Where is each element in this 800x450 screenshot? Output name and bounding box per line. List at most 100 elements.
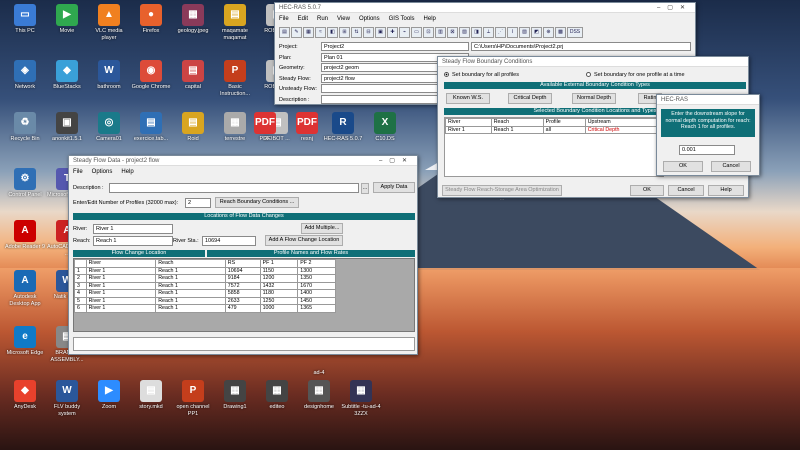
desktop-icon[interactable]: ▶ Zoom	[88, 380, 130, 411]
toolbar-button[interactable]: ⊞	[339, 27, 350, 38]
reach-select[interactable]: Reach 1	[93, 236, 173, 246]
toolbar-button[interactable]: ✚	[387, 27, 398, 38]
toolbar-button[interactable]: ⊕	[543, 27, 554, 38]
toolbar-button[interactable]: ⌇	[507, 27, 518, 38]
toolbar-button[interactable]: ▦	[303, 27, 314, 38]
desktop-icon[interactable]: ⚙ Control Panel	[4, 168, 46, 199]
desktop-icon[interactable]: Wbathroom	[88, 60, 130, 91]
toolbar-button[interactable]: ⊠	[447, 27, 458, 38]
table-cell[interactable]: 1150	[259, 266, 299, 275]
river-select[interactable]: River 1	[93, 224, 173, 234]
table-row[interactable]: 5 River 1 Reach 1 2633 1250 1450	[74, 296, 336, 305]
table-row[interactable]: 4 River 1 Reach 1 5858 1180 1400	[74, 289, 336, 298]
prompt-cancel-button[interactable]: Cancel	[711, 161, 751, 172]
table-row[interactable]: 3 River 1 Reach 1 7572 1432 1670	[74, 281, 336, 290]
desktop-icon[interactable]: ▦ designhome	[298, 380, 340, 411]
toolbar-button[interactable]: ≈	[315, 27, 326, 38]
description-input[interactable]	[109, 183, 359, 193]
menu-item[interactable]: Help	[121, 169, 133, 175]
apply-data-button[interactable]: Apply Data	[373, 182, 415, 193]
toolbar-button[interactable]: ◨	[471, 27, 482, 38]
desktop-icon[interactable]: ◆ BlueStacks	[46, 60, 88, 91]
toolbar-button[interactable]: ⌁	[399, 27, 410, 38]
menu-item[interactable]: Help	[424, 16, 436, 22]
desktop-icon[interactable]: A Adobe Reader 9	[4, 220, 46, 251]
bc-cancel-button[interactable]: Cancel	[668, 185, 704, 196]
table-cell[interactable]: 1432	[259, 281, 299, 290]
table-cell[interactable]: 1180	[259, 289, 299, 298]
table-row[interactable]: 1 River 1 Reach 1 10694 1150 1300	[74, 266, 336, 275]
dss-button[interactable]: DSS	[567, 27, 583, 38]
menu-item[interactable]: View	[337, 16, 350, 22]
toolbar-button[interactable]: ⊟	[363, 27, 374, 38]
desktop-icon[interactable]: ▤ maqamate maqamat	[214, 4, 256, 42]
bc-help-button[interactable]: Help	[708, 185, 744, 196]
desktop-icon[interactable]: ▣ anonkit1.5.1	[46, 112, 88, 143]
desktop-icon[interactable]: ▤ capital	[172, 60, 214, 91]
desktop-icon[interactable]: ◎ Camera01	[88, 112, 130, 143]
desktop-icon[interactable]: Popen channel PP1	[172, 380, 214, 418]
toolbar-button[interactable]: ▤	[279, 27, 290, 38]
toolbar-button[interactable]: ▭	[411, 27, 422, 38]
normal-depth-button[interactable]: Normal Depth	[572, 93, 616, 104]
radio-all-profiles[interactable]: Set boundary for all profiles	[444, 71, 519, 79]
menu-item[interactable]: File	[279, 16, 289, 22]
desktop-icon[interactable]: W FLV buddy system	[46, 380, 88, 418]
window-controls[interactable]: –▢✕	[657, 3, 692, 13]
table-row[interactable]: River 1 Reach 1 all Critical Depth	[445, 125, 664, 134]
toolbar-button[interactable]: ⊡	[423, 27, 434, 38]
table-cell[interactable]: 1250	[259, 296, 299, 305]
desktop-icon[interactable]: ▶ Movie	[46, 4, 88, 35]
menu-item[interactable]: Options	[359, 16, 380, 22]
desktop-icon[interactable]: ◉ Google Chrome	[130, 60, 172, 91]
desktop-icon[interactable]: ◈ Network	[4, 60, 46, 91]
desktop-icon[interactable]: ▦ Drawing1	[214, 380, 256, 411]
river-sta-select[interactable]: 10694	[202, 236, 256, 246]
toolbar-button[interactable]: ▧	[459, 27, 470, 38]
desktop-icon[interactable]: ▦ editeo	[256, 380, 298, 411]
desktop-icon[interactable]: ♻ Recycle Bin	[4, 112, 46, 143]
desktop-icon[interactable]: ▭ This PC	[4, 4, 46, 35]
menu-item[interactable]: GIS Tools	[389, 16, 415, 22]
toolbar-button[interactable]: ▥	[435, 27, 446, 38]
desktop-icon[interactable]: ▤ Roid	[172, 112, 214, 143]
menu-item[interactable]: Edit	[298, 16, 308, 22]
desktop-icon[interactable]: X C10.DS	[364, 112, 406, 143]
profiles-input[interactable]: 2	[185, 198, 211, 208]
critical-depth-button[interactable]: Critical Depth	[508, 93, 552, 104]
toolbar-button[interactable]: ◩	[531, 27, 542, 38]
desktop-icon[interactable]: ▤ story.mkd	[130, 380, 172, 411]
toolbar-button[interactable]: ⇅	[351, 27, 362, 38]
toolbar-button[interactable]: ▩	[555, 27, 566, 38]
desktop-icon[interactable]: P Basic Instruction...	[214, 60, 256, 98]
description-expand-button[interactable]: …	[361, 183, 369, 194]
table-cell[interactable]: 1350	[297, 274, 336, 283]
reach-bc-button[interactable]: Reach Boundary Conditions ...	[215, 197, 299, 208]
toolbar-button[interactable]: ▣	[375, 27, 386, 38]
radio-one-profile[interactable]: Set boundary for one profile at a time	[586, 71, 685, 79]
table-row[interactable]: 2 River 1 Reach 1 9184 1200 1350	[74, 274, 336, 283]
desktop-icon[interactable]: ▤ exercice.tab...	[130, 112, 172, 143]
menu-item[interactable]: Options	[92, 169, 113, 175]
toolbar-button[interactable]: ⋰	[495, 27, 506, 38]
slope-input[interactable]: 0.001	[679, 145, 735, 155]
table-cell[interactable]: 1400	[297, 289, 336, 298]
toolbar-button[interactable]: ◧	[327, 27, 338, 38]
desktop-icon[interactable]: R HEC-RAS 5.0.7	[322, 112, 364, 143]
table-cell[interactable]: 1200	[259, 274, 299, 283]
prompt-ok-button[interactable]: OK	[663, 161, 703, 172]
table-row[interactable]: 6 River 1 Reach 1 479 1000 1365	[74, 304, 336, 313]
desktop-icon[interactable]: ▦ Subtitle -tu-ad-4 3ZZX	[340, 380, 382, 418]
menu-item[interactable]: File	[73, 169, 83, 175]
bc-ok-button[interactable]: OK	[630, 185, 664, 196]
table-cell[interactable]: 1450	[297, 296, 336, 305]
add-multiple-button[interactable]: Add Multiple...	[301, 223, 343, 234]
toolbar-button[interactable]: ✎	[291, 27, 302, 38]
add-flow-change-button[interactable]: Add A Flow Change Location	[265, 235, 343, 246]
table-cell[interactable]: 1670	[297, 281, 336, 290]
desktop-icon[interactable]: ◆ AnyDesk	[4, 380, 46, 411]
desktop-icon[interactable]: A Autodesk Desktop App	[4, 270, 46, 308]
desktop-icon[interactable]: ▦ geology.jpeg	[172, 4, 214, 35]
table-cell[interactable]: 1000	[259, 304, 299, 313]
desktop-icon[interactable]: PDF PDF	[244, 112, 286, 143]
